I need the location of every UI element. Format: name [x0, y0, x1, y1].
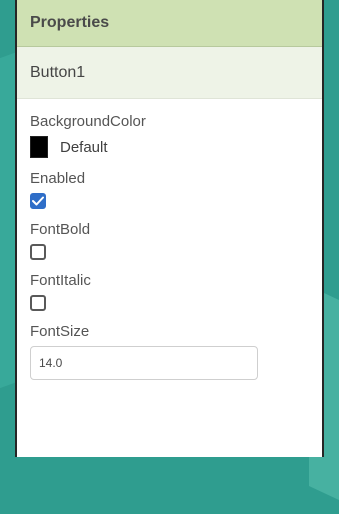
- property-font-italic: FontItalic: [30, 272, 309, 311]
- selected-component-name: Button1: [30, 63, 86, 81]
- font-italic-label: FontItalic: [30, 272, 91, 289]
- background-color-swatch[interactable]: [30, 136, 48, 158]
- enabled-label: Enabled: [30, 170, 86, 187]
- background-color-picker[interactable]: Default: [30, 136, 309, 158]
- checkmark-icon: [32, 196, 44, 206]
- font-bold-label: FontBold: [30, 221, 91, 238]
- background-color-label: BackgroundColor: [30, 113, 146, 130]
- font-size-input[interactable]: [30, 346, 258, 380]
- font-size-label: FontSize: [30, 323, 90, 340]
- property-font-bold: FontBold: [30, 221, 309, 260]
- properties-header: Properties: [17, 0, 322, 47]
- properties-title: Properties: [30, 14, 110, 31]
- enabled-checkbox[interactable]: [30, 193, 46, 209]
- font-bold-checkbox[interactable]: [30, 244, 46, 260]
- selected-component-row[interactable]: Button1: [17, 47, 322, 99]
- property-enabled: Enabled: [30, 170, 309, 209]
- property-list: BackgroundColor Default Enabled FontBold: [17, 99, 322, 380]
- property-font-size: FontSize: [30, 323, 309, 380]
- background-color-value[interactable]: Default: [60, 139, 108, 156]
- properties-panel: Properties Button1 BackgroundColor Defau…: [15, 0, 324, 457]
- font-italic-checkbox[interactable]: [30, 295, 46, 311]
- property-background-color: BackgroundColor Default: [30, 113, 309, 158]
